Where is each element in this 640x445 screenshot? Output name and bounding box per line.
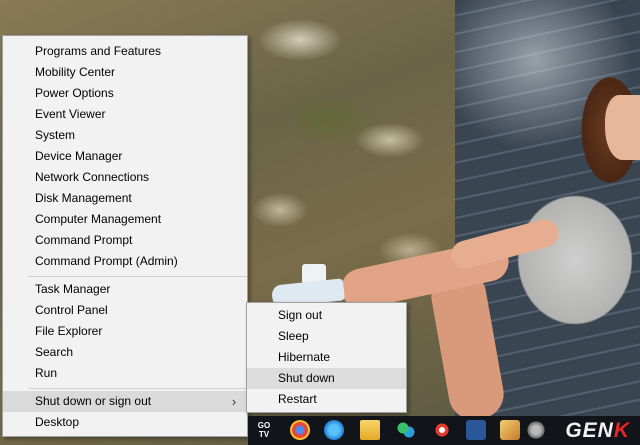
wallpaper-face — [605, 95, 640, 160]
paint-icon[interactable] — [500, 420, 520, 440]
menu-item-shut-down-or-sign-out[interactable]: Shut down or sign out › — [3, 391, 247, 412]
word-icon[interactable] — [466, 420, 486, 440]
taskbar: GO TV GENK — [248, 416, 640, 445]
menu-item-computer-management[interactable]: Computer Management — [3, 209, 247, 230]
file-explorer-icon[interactable] — [360, 420, 380, 440]
menu-item-control-panel[interactable]: Control Panel — [3, 300, 247, 321]
app-icon[interactable] — [432, 420, 452, 440]
menu-item-command-prompt[interactable]: Command Prompt — [3, 230, 247, 251]
submenu-item-sleep[interactable]: Sleep — [247, 326, 406, 347]
menu-item-event-viewer[interactable]: Event Viewer — [3, 104, 247, 125]
submenu-item-hibernate[interactable]: Hibernate — [247, 347, 406, 368]
network-icon[interactable] — [396, 420, 416, 440]
menu-item-network-connections[interactable]: Network Connections — [3, 167, 247, 188]
chrome-icon[interactable] — [290, 420, 310, 440]
chevron-right-icon: › — [231, 394, 237, 409]
settings-icon[interactable] — [526, 420, 546, 440]
watermark-text: GEN — [565, 419, 614, 442]
go-tv-icon[interactable]: GO TV — [254, 421, 274, 439]
menu-item-run[interactable]: Run — [3, 363, 247, 384]
menu-item-programs-and-features[interactable]: Programs and Features — [3, 41, 247, 62]
menu-item-power-options[interactable]: Power Options — [3, 83, 247, 104]
menu-separator — [29, 388, 247, 389]
watermark-accent: K — [613, 419, 630, 442]
menu-item-mobility-center[interactable]: Mobility Center — [3, 62, 247, 83]
menu-item-task-manager[interactable]: Task Manager — [3, 279, 247, 300]
menu-item-label: Shut down or sign out — [35, 394, 152, 408]
power-user-menu: Programs and Features Mobility Center Po… — [2, 35, 248, 437]
menu-separator — [29, 276, 247, 277]
menu-item-device-manager[interactable]: Device Manager — [3, 146, 247, 167]
menu-item-desktop[interactable]: Desktop — [3, 412, 247, 433]
internet-explorer-icon[interactable] — [324, 420, 344, 440]
submenu-item-restart[interactable]: Restart — [247, 389, 406, 410]
menu-item-command-prompt-admin[interactable]: Command Prompt (Admin) — [3, 251, 247, 272]
shutdown-submenu: Sign out Sleep Hibernate Shut down Resta… — [246, 302, 407, 413]
submenu-item-sign-out[interactable]: Sign out — [247, 305, 406, 326]
menu-item-search[interactable]: Search — [3, 342, 247, 363]
menu-item-system[interactable]: System — [3, 125, 247, 146]
menu-item-file-explorer[interactable]: File Explorer — [3, 321, 247, 342]
genk-watermark: GENK — [565, 419, 630, 443]
submenu-item-shut-down[interactable]: Shut down — [247, 368, 406, 389]
menu-item-disk-management[interactable]: Disk Management — [3, 188, 247, 209]
